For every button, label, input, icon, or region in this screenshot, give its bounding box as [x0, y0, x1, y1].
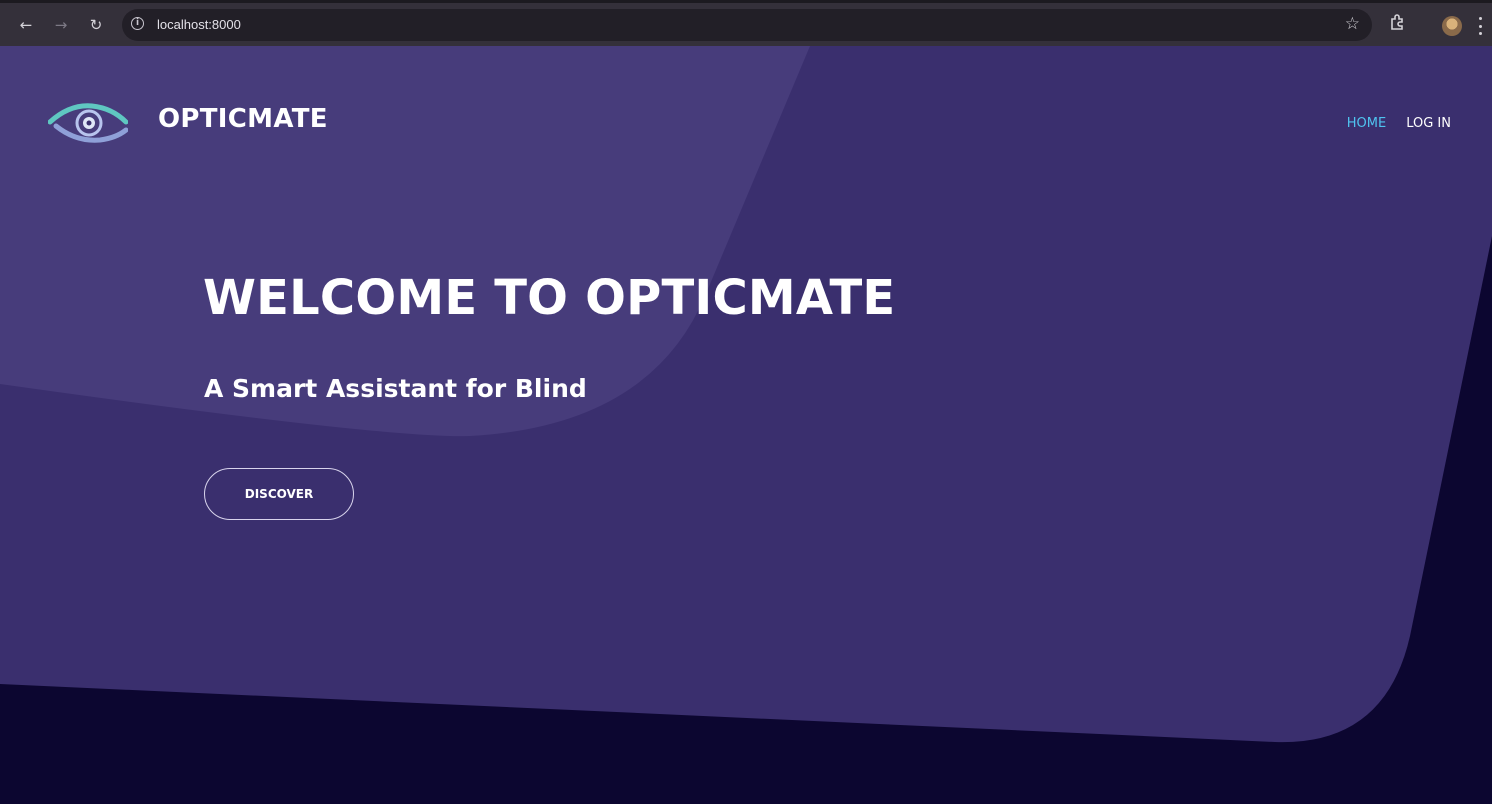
landing-page: OPTICMATE HOME LOG IN WELCOME TO OPTICMA…: [0, 46, 1492, 804]
hero-title: WELCOME TO OPTICMATE: [203, 270, 896, 326]
eye-logo-icon: [48, 103, 128, 143]
back-arrow-icon[interactable]: ←: [14, 13, 38, 37]
site-info-icon[interactable]: i: [131, 17, 144, 30]
profile-avatar[interactable]: [1442, 16, 1462, 36]
discover-button[interactable]: DISCOVER: [204, 468, 354, 520]
browser-toolbar: ← → ↻ i localhost:8000 ☆: [0, 0, 1492, 46]
reload-icon[interactable]: ↻: [84, 13, 108, 37]
browser-menu-icon[interactable]: [1478, 17, 1482, 35]
address-bar-url[interactable]: localhost:8000: [157, 17, 241, 32]
forward-arrow-icon[interactable]: →: [49, 13, 73, 37]
hero-background: [0, 46, 1492, 804]
main-nav: HOME LOG IN: [1347, 116, 1451, 131]
hero-subtitle: A Smart Assistant for Blind: [204, 374, 587, 403]
nav-home-link[interactable]: HOME: [1347, 116, 1386, 131]
address-bar[interactable]: i localhost:8000 ☆: [122, 9, 1372, 41]
extensions-puzzle-icon[interactable]: [1389, 13, 1407, 35]
brand-name[interactable]: OPTICMATE: [158, 104, 328, 134]
bookmark-star-icon[interactable]: ☆: [1345, 14, 1360, 34]
nav-login-link[interactable]: LOG IN: [1406, 116, 1451, 131]
